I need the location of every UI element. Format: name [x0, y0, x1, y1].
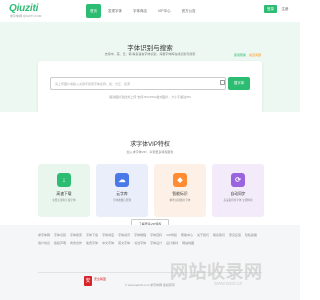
card-desc: 精准识别图片字体	[169, 199, 191, 202]
card-desc: 免费无限制下载字体	[52, 199, 76, 202]
faq-link[interactable]: 常见问题	[249, 53, 261, 57]
footer-link[interactable]: 字体设计	[150, 241, 162, 245]
search-help-links: 使用帮助 常见问题	[234, 53, 261, 57]
footer-link[interactable]: 隐私政策	[245, 233, 257, 237]
footer-link[interactable]: 字体商店	[102, 233, 114, 237]
logo-text: Qiuziti	[9, 3, 39, 14]
nav-home[interactable]: 首页	[86, 4, 101, 18]
footer-link[interactable]: 意见反馈	[229, 233, 241, 237]
main-nav: 首页 发现字体 字体商店 VIP中心 官方公告	[86, 4, 200, 18]
vip-subtitle: 加入求字体VIP，享受更多特权服务	[126, 150, 174, 154]
vip-card-download[interactable]: ↓ 高速下载 免费无限制下载字体	[38, 164, 90, 217]
help-link[interactable]: 使用帮助	[234, 53, 246, 57]
card-title: 云字库	[116, 192, 128, 196]
vip-card-identify[interactable]: ◆ 智能标识 精准识别图片字体	[154, 164, 206, 217]
footer-link[interactable]: 版权声明	[54, 241, 66, 245]
footer-link[interactable]: 关于我们	[197, 233, 209, 237]
nav-vip[interactable]: VIP中心	[154, 4, 175, 18]
footer-link[interactable]: 用户协议	[38, 241, 50, 245]
card-title: 自动同步	[230, 192, 246, 196]
register-button[interactable]: 注册	[280, 5, 290, 13]
footer-link[interactable]: 求字体网	[38, 233, 50, 237]
footer-link[interactable]: 商务合作	[70, 241, 82, 245]
download-icon: ↓	[57, 173, 71, 187]
footer-link[interactable]: VIP特权	[166, 233, 177, 237]
footer-link[interactable]: 中文字体	[102, 241, 114, 245]
card-title: 高速下载	[56, 192, 72, 196]
vip-card-sync[interactable]: ⟳ 自动同步 多设备同步字体 立即体验	[212, 164, 264, 217]
footer-link[interactable]: 字体识别	[54, 233, 66, 237]
search-input[interactable]: 请上传图片或输入关键字搜索字体名称，如：方正、思源	[50, 77, 226, 90]
footer-link[interactable]: 英文字体	[118, 241, 130, 245]
card-desc: 字体收藏与管理	[112, 199, 132, 202]
sync-icon: ⟳	[231, 173, 245, 187]
footer-link[interactable]: 设计素材	[166, 241, 178, 245]
logo-subtitle: 求字体网 QIUZITI.COM	[10, 14, 42, 18]
footer-link[interactable]: 网站地图	[182, 241, 194, 245]
footer-link[interactable]: 字体搜索	[70, 233, 82, 237]
nav-discover[interactable]: 发现字体	[104, 4, 126, 18]
footer-links: 求字体网 字体识别 字体搜索 字体下载 字体商店 字体资讯 字体教程 字体百科 …	[38, 233, 264, 245]
login-button[interactable]: 登录	[264, 5, 277, 13]
cloud-icon: ☁	[115, 173, 129, 187]
footer-link[interactable]: 字体下载	[86, 233, 98, 237]
footer-link[interactable]: 字体百科	[150, 233, 162, 237]
image-upload-icon[interactable]	[220, 80, 225, 85]
hero-title: 字体识别与搜索	[127, 45, 173, 52]
footer-link[interactable]: 字体教程	[134, 233, 146, 237]
site-logo[interactable]: Qiuziti 求字体网 QIUZITI.COM	[9, 3, 49, 19]
vip-section: 求字体VIP特权 加入求字体VIP，享受更多特权服务 ↓ 高速下载 免费无限制下…	[0, 112, 300, 227]
card-title: 智能标识	[172, 192, 188, 196]
vip-title: 求字体VIP特权	[130, 142, 170, 148]
footer-link[interactable]: 书法字体	[134, 241, 146, 245]
tag-icon: ◆	[173, 173, 187, 187]
nav-store[interactable]: 字体商店	[129, 4, 151, 18]
footer-link[interactable]: 字体资讯	[118, 233, 130, 237]
vip-cards: ↓ 高速下载 免费无限制下载字体 ☁ 云字库 字体收藏与管理 ◆ 智能标识 精准…	[38, 164, 264, 217]
security-badge-text: 安全联盟	[94, 277, 107, 281]
card-desc: 多设备同步字体 立即体验	[223, 199, 253, 202]
footer-link[interactable]: 帮助中心	[181, 233, 193, 237]
upload-hint: 拖动图片到此处上传 支持JPG/PNG格式图片，大小不超过5M	[109, 95, 191, 99]
footer-link[interactable]: 免费字体	[86, 241, 98, 245]
nav-announcements[interactable]: 官方公告	[178, 4, 200, 18]
search-button[interactable]: 搜字体	[228, 77, 250, 90]
top-header: Qiuziti 求字体网 QIUZITI.COM 首页 发现字体 字体商店 VI…	[0, 0, 300, 22]
footer-link[interactable]: 联系我们	[213, 233, 225, 237]
watermark-url: www.wzsl.cn	[214, 281, 243, 287]
vip-card-cloud[interactable]: ☁ 云字库 字体收藏与管理	[96, 164, 148, 217]
search-card: 请上传图片或输入关键字搜索字体名称，如：方正、思源 搜字体 拖动图片到此处上传 …	[38, 61, 262, 113]
